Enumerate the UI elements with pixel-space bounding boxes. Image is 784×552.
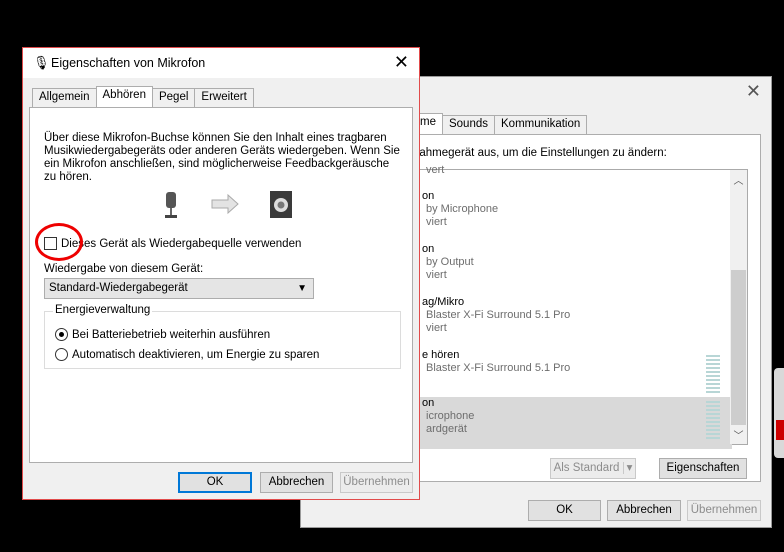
radio-keep-running[interactable]: Bei Batteriebetrieb weiterhin ausführen [55, 328, 270, 341]
ok-button[interactable]: OK [178, 472, 252, 493]
eigenschaften-button[interactable]: Eigenschaften [659, 458, 747, 479]
microphone-icon [165, 192, 177, 218]
level-meter [706, 355, 720, 393]
als-standard-button[interactable]: Als Standard ▾ [550, 458, 636, 479]
energy-management-title: Energieverwaltung [53, 304, 153, 316]
tab-kommunikation[interactable]: Kommunikation [494, 115, 588, 134]
list-item[interactable]: on by Output viert [402, 243, 732, 295]
tab-abhoeren[interactable]: Abhören [95, 86, 153, 107]
device-status: viert [426, 269, 447, 281]
als-standard-label: Als Standard [553, 462, 620, 474]
device-desc: Blaster X-Fi Surround 5.1 Pro [426, 309, 571, 321]
close-icon[interactable]: ✕ [746, 81, 761, 102]
device-name: ag/Mikro [422, 296, 465, 308]
back-apply-button[interactable]: Übernehmen [687, 500, 761, 521]
scroll-down-icon[interactable]: ﹀ [730, 427, 747, 442]
chevron-down-icon: ▾ [622, 462, 633, 474]
radio-auto-disable-label: Automatisch deaktivieren, um Energie zu … [72, 348, 320, 361]
recording-intro-text: nahmegerät aus, um die Einstellungen zu … [413, 147, 667, 159]
microphone-properties-window: 🎙 Eigenschaften von Mikrofon ✕ Allgemein… [22, 47, 420, 500]
listen-panel: Über diese Mikrofon-Buchse können Sie de… [29, 107, 413, 463]
device-status: viert [426, 322, 447, 334]
device-desc: icrophone [426, 410, 475, 422]
list-item[interactable]: on by Microphone viert [402, 190, 732, 242]
list-item[interactable]: e hören Blaster X-Fi Surround 5.1 Pro [402, 349, 732, 401]
use-as-playback-label: Dieses Gerät als Wiedergabequelle verwen… [61, 237, 302, 250]
device-name: on [422, 243, 435, 255]
back-ok-button[interactable]: OK [528, 500, 601, 521]
list-item[interactable]: vert [402, 164, 732, 178]
microphone-icon: 🎙 [33, 55, 50, 70]
device-name: e hören [422, 349, 460, 361]
apply-button[interactable]: Übernehmen [340, 472, 413, 493]
radio-auto-disable[interactable]: Automatisch deaktivieren, um Energie zu … [55, 348, 319, 361]
device-status: viert [426, 216, 447, 228]
mic-to-speaker-illustration [165, 191, 292, 218]
tab-pegel[interactable]: Pegel [151, 88, 196, 107]
list-item[interactable]: on icrophone ardgerät [402, 397, 732, 449]
device-desc: by Microphone [426, 203, 499, 215]
vertical-scrollbar[interactable]: ︿ ﹀ [730, 170, 747, 444]
radio-button-selected[interactable] [55, 328, 68, 341]
chevron-down-icon: ▼ [297, 283, 307, 294]
playback-device-label: Wiedergabe von diesem Gerät: [44, 263, 204, 275]
scroll-up-icon[interactable]: ︿ [730, 172, 747, 187]
device-name: on [422, 397, 435, 409]
background-object [774, 368, 784, 458]
arrow-right-icon [211, 193, 239, 215]
scrollbar-thumb[interactable] [731, 270, 746, 425]
tab-allgemein[interactable]: Allgemein [32, 88, 97, 107]
cancel-button[interactable]: Abbrechen [260, 472, 333, 493]
list-item[interactable]: ag/Mikro Blaster X-Fi Surround 5.1 Pro v… [402, 296, 732, 348]
device-desc: by Output [426, 256, 474, 268]
listen-description: Über diese Mikrofon-Buchse können Sie de… [44, 132, 400, 183]
recording-device-list[interactable]: vert on by Microphone viert on by Output… [401, 164, 748, 449]
device-name: on [422, 190, 435, 202]
property-tabs: Allgemein Abhören Pegel Erweitert [32, 86, 254, 107]
energy-management-group: Energieverwaltung Bei Batteriebetrieb we… [44, 304, 401, 369]
tab-erweitert[interactable]: Erweitert [194, 88, 254, 107]
level-meter [706, 401, 720, 439]
sound-tabs: me Sounds Kommunikation [413, 113, 588, 134]
background-object [776, 420, 784, 440]
device-status: vert [426, 164, 445, 176]
close-icon[interactable]: ✕ [394, 52, 409, 73]
red-highlight-circle [35, 223, 83, 261]
radio-keep-running-label: Bei Batteriebetrieb weiterhin ausführen [72, 328, 271, 341]
playback-device-value: Standard-Wiedergabegerät [49, 282, 188, 294]
window-title: Eigenschaften von Mikrofon [51, 56, 206, 70]
speaker-icon [270, 191, 292, 218]
title-bar: 🎙 Eigenschaften von Mikrofon ✕ [23, 48, 419, 78]
device-desc: Blaster X-Fi Surround 5.1 Pro [426, 362, 571, 374]
radio-button[interactable] [55, 348, 68, 361]
playback-device-select[interactable]: Standard-Wiedergabegerät ▼ [44, 278, 314, 299]
tab-sounds[interactable]: Sounds [441, 115, 495, 134]
device-status: ardgerät [426, 423, 467, 435]
back-cancel-button[interactable]: Abbrechen [607, 500, 681, 521]
